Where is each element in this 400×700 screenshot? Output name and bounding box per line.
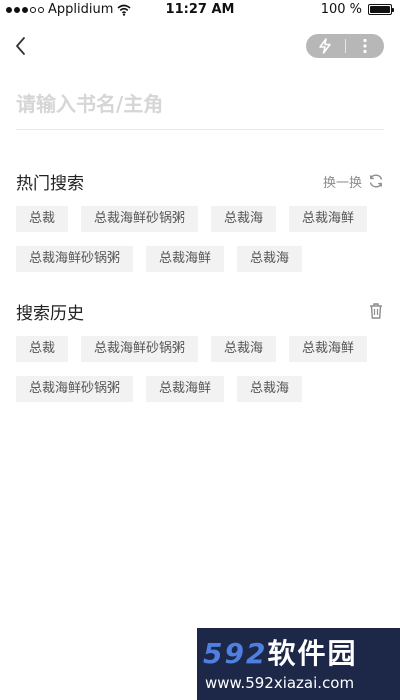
refresh-icon	[369, 174, 383, 188]
status-bar: Applidium 11:27 AM 100 %	[0, 0, 400, 20]
hot-tag[interactable]: 总裁海鲜砂锅粥	[81, 206, 199, 232]
watermark-logo-text: 软件园	[267, 637, 358, 670]
history-tag[interactable]: 总裁	[16, 336, 69, 362]
search-box	[16, 82, 384, 130]
hot-tag[interactable]: 总裁海鲜砂锅粥	[16, 246, 134, 272]
search-input[interactable]	[16, 82, 384, 126]
chevron-left-icon[interactable]	[10, 34, 34, 58]
history-tag[interactable]: 总裁海鲜砂锅粥	[81, 336, 199, 362]
watermark-logo-number: 592	[203, 637, 268, 670]
hot-search-title: 热门搜索	[16, 173, 84, 194]
trash-icon[interactable]	[368, 302, 384, 320]
watermark-logo: 592软件园	[203, 632, 357, 672]
flash-button[interactable]	[306, 34, 345, 58]
more-vertical-icon	[363, 38, 367, 54]
nav-bar	[0, 24, 400, 68]
battery-percent: 100 %	[320, 2, 362, 17]
history-header: 搜索历史	[16, 298, 384, 324]
site-watermark: 592软件园 www.592xiazai.com	[197, 628, 400, 700]
history-tag[interactable]: 总裁海鲜砂锅粥	[16, 376, 134, 402]
hot-tag[interactable]: 总裁海鲜	[289, 206, 368, 232]
hot-search-tags: 总裁 总裁海鲜砂锅粥 总裁海 总裁海鲜 总裁海鲜砂锅粥 总裁海鲜 总裁海	[16, 206, 386, 272]
hot-search-header: 热门搜索 换一换	[16, 168, 384, 194]
battery-icon	[368, 4, 394, 15]
history-tag[interactable]: 总裁海鲜	[289, 336, 368, 362]
more-button[interactable]	[345, 34, 384, 58]
hot-tag[interactable]: 总裁	[16, 206, 69, 232]
flash-icon	[319, 38, 331, 54]
refresh-button[interactable]: 换一换	[323, 172, 384, 191]
status-right: 100 %	[320, 2, 394, 17]
action-capsule	[306, 34, 384, 58]
history-tag[interactable]: 总裁海鲜	[146, 376, 225, 402]
hot-tag[interactable]: 总裁海鲜	[146, 246, 225, 272]
refresh-label: 换一换	[322, 175, 362, 191]
history-title: 搜索历史	[16, 303, 84, 324]
watermark-url: www.592xiazai.com	[205, 674, 355, 692]
hot-tag[interactable]: 总裁海	[211, 206, 277, 232]
history-tag[interactable]: 总裁海	[211, 336, 277, 362]
history-tags: 总裁 总裁海鲜砂锅粥 总裁海 总裁海鲜 总裁海鲜砂锅粥 总裁海鲜 总裁海	[16, 336, 386, 402]
hot-tag[interactable]: 总裁海	[237, 246, 303, 272]
history-tag[interactable]: 总裁海	[237, 376, 303, 402]
